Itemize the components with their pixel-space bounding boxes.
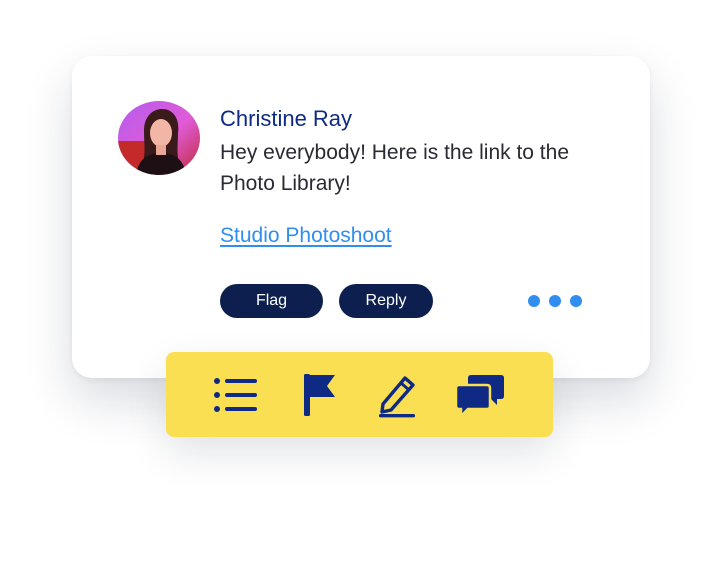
edit-icon[interactable] <box>371 370 423 420</box>
list-icon[interactable] <box>210 370 262 420</box>
action-toolbar <box>166 352 553 437</box>
photo-library-link[interactable]: Studio Photoshoot <box>220 222 392 250</box>
avatar[interactable] <box>118 101 200 175</box>
avatar-photo <box>118 101 200 175</box>
more-dot <box>528 295 540 307</box>
author-name[interactable]: Christine Ray <box>220 105 352 133</box>
chat-icon[interactable] <box>454 370 506 420</box>
stage: Christine Ray Hey everybody! Here is the… <box>0 0 728 570</box>
reply-button[interactable]: Reply <box>339 284 433 318</box>
more-dot <box>549 295 561 307</box>
flag-button[interactable]: Flag <box>220 284 323 318</box>
comment-message: Hey everybody! Here is the link to the P… <box>220 141 570 195</box>
ellipsis-icon[interactable] <box>528 295 582 309</box>
flag-icon[interactable] <box>293 370 345 420</box>
more-dot <box>570 295 582 307</box>
